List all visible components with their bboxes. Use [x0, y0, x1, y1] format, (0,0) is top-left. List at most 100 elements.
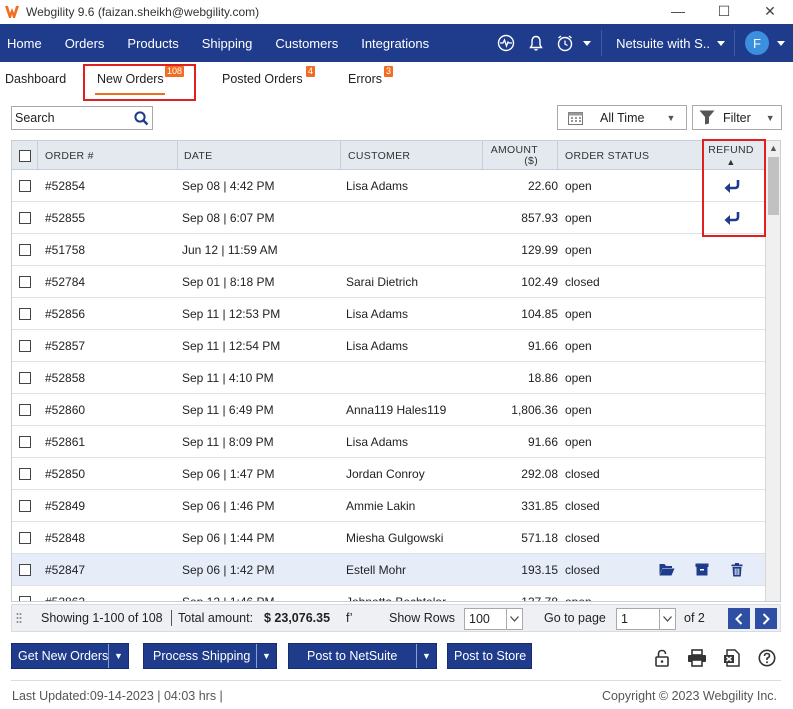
show-rows-select[interactable]: 100	[464, 608, 523, 630]
search-box	[11, 106, 153, 130]
order-number[interactable]: #52862	[45, 586, 85, 602]
process-shipping-button[interactable]: Process Shipping ▼	[143, 643, 277, 669]
process-shipping-chevron-down-icon[interactable]: ▼	[256, 644, 276, 668]
nav-integrations[interactable]: Integrations	[354, 24, 441, 62]
trash-icon[interactable]	[728, 561, 746, 579]
table-row[interactable]: #52850 Sep 06 | 1:47 PM Jordan Conroy 292.0…	[12, 458, 766, 490]
nav-orders[interactable]: Orders	[58, 24, 117, 62]
order-number[interactable]: #52861	[45, 426, 85, 457]
filter-button[interactable]: Filter ▼	[692, 105, 782, 130]
row-checkbox[interactable]	[19, 435, 31, 448]
order-number[interactable]: #52855	[45, 202, 85, 233]
tab-posted-orders[interactable]: Posted Orders 4	[222, 66, 316, 86]
row-checkbox[interactable]	[19, 179, 31, 192]
minimize-button[interactable]: —	[655, 0, 701, 22]
nav-shipping[interactable]: Shipping	[195, 24, 265, 62]
table-row[interactable]: #52784 Sep 01 | 8:18 PM Sarai Dietrich 102.…	[12, 266, 766, 298]
search-input[interactable]	[12, 107, 132, 129]
export-excel-icon[interactable]	[721, 647, 743, 669]
nav-customers[interactable]: Customers	[268, 24, 350, 62]
post-to-store-button[interactable]: Post to Store	[447, 643, 532, 669]
date-range-dropdown[interactable]: All Time ▼	[557, 105, 687, 130]
header-order-status[interactable]: ORDER STATUS	[565, 141, 649, 170]
page-select[interactable]: 1	[616, 608, 676, 630]
post-to-netsuite-chevron-down-icon[interactable]: ▼	[416, 644, 436, 668]
help-icon[interactable]	[756, 647, 778, 669]
order-number[interactable]: #52860	[45, 394, 85, 425]
scrollbar-thumb[interactable]	[768, 157, 779, 215]
print-icon[interactable]	[686, 647, 708, 669]
order-number[interactable]: #52857	[45, 330, 85, 361]
scroll-up-icon[interactable]: ▲	[768, 143, 779, 154]
table-body: #52854 Sep 08 | 4:42 PM Lisa Adams 22.60 ope…	[12, 170, 766, 602]
row-checkbox[interactable]	[19, 243, 31, 256]
row-select-cell	[19, 202, 31, 233]
order-number[interactable]: #52854	[45, 170, 85, 201]
order-number[interactable]: #51758	[45, 234, 85, 265]
table-row[interactable]: #52849 Sep 06 | 1:46 PM Ammie Lakin 331.85 c…	[12, 490, 766, 522]
maximize-button[interactable]: ☐	[701, 0, 747, 22]
table-row[interactable]: #52861 Sep 11 | 8:09 PM Lisa Adams 91.66 ope…	[12, 426, 766, 458]
header-date[interactable]: DATE	[184, 141, 212, 170]
header-order-number[interactable]: ORDER #	[45, 141, 94, 170]
close-window-button[interactable]: ✕	[747, 0, 793, 22]
go-to-page-label: Go to page	[544, 611, 606, 625]
table-row[interactable]: #52855 Sep 08 | 6:07 PM 857.93 open	[12, 202, 766, 234]
order-number[interactable]: #52849	[45, 490, 85, 521]
get-new-orders-chevron-down-icon[interactable]: ▼	[108, 644, 128, 668]
next-page-button[interactable]	[755, 608, 777, 629]
order-status: closed	[565, 274, 600, 289]
account-chevron-down-icon[interactable]	[710, 24, 732, 62]
sync-menu-chevron-down-icon[interactable]	[579, 24, 595, 62]
row-checkbox[interactable]	[19, 275, 31, 288]
tab-errors[interactable]: Errors 3	[348, 66, 394, 86]
row-checkbox[interactable]	[19, 467, 31, 480]
table-row[interactable]: #52854 Sep 08 | 4:42 PM Lisa Adams 22.60 ope…	[12, 170, 766, 202]
row-checkbox[interactable]	[19, 307, 31, 320]
table-row[interactable]: #52857 Sep 11 | 12:54 PM Lisa Adams 91.66 op…	[12, 330, 766, 362]
header-customer[interactable]: CUSTOMER	[348, 141, 410, 170]
row-checkbox[interactable]	[19, 339, 31, 352]
table-row[interactable]: #52858 Sep 11 | 4:10 PM 18.86 open	[12, 362, 766, 394]
table-row[interactable]: #52856 Sep 11 | 12:53 PM Lisa Adams 104.85 o…	[12, 298, 766, 330]
order-number[interactable]: #52784	[45, 266, 85, 297]
previous-page-button[interactable]	[728, 608, 750, 629]
post-to-netsuite-button[interactable]: Post to NetSuite ▼	[288, 643, 437, 669]
user-avatar[interactable]: F	[745, 31, 769, 55]
row-checkbox[interactable]	[19, 563, 31, 576]
nav-home[interactable]: Home	[0, 24, 54, 62]
archive-icon[interactable]	[693, 561, 711, 579]
account-selector[interactable]: Netsuite with S..	[616, 36, 710, 51]
row-checkbox[interactable]	[19, 595, 31, 601]
select-all-checkbox[interactable]	[19, 149, 31, 162]
table-row[interactable]: #51758 Jun 12 | 11:59 AM 129.99 open	[12, 234, 766, 266]
order-number[interactable]: #52858	[45, 362, 85, 393]
notification-bell-icon[interactable]	[521, 24, 551, 62]
order-number[interactable]: #52848	[45, 522, 85, 553]
table-row[interactable]: #52848 Sep 06 | 1:44 PM Miesha Gulgowski 57…	[12, 522, 766, 554]
open-folder-icon[interactable]	[658, 561, 676, 579]
tab-dashboard[interactable]: Dashboard	[5, 72, 66, 86]
table-row[interactable]: #52860 Sep 11 | 6:49 PM Anna119 Hales119 1,…	[12, 394, 766, 426]
nav-products[interactable]: Products	[120, 24, 190, 62]
row-checkbox[interactable]	[19, 403, 31, 416]
row-checkbox[interactable]	[19, 211, 31, 224]
sync-clock-icon[interactable]	[551, 24, 579, 62]
unlock-icon[interactable]	[651, 647, 673, 669]
get-new-orders-button[interactable]: Get New Orders ▼	[11, 643, 129, 669]
activity-monitor-icon[interactable]	[491, 24, 521, 62]
order-number[interactable]: #52850	[45, 458, 85, 489]
show-rows-chevron-down-icon	[506, 609, 522, 629]
table-row[interactable]: #52862 Sep 12 | 1:46 PM Johnetta Bechtelar…	[12, 586, 766, 602]
user-menu-chevron-down-icon[interactable]	[769, 24, 793, 62]
row-checkbox[interactable]	[19, 531, 31, 544]
order-number[interactable]: #52847	[45, 554, 85, 585]
row-checkbox[interactable]	[19, 499, 31, 512]
row-checkbox[interactable]	[19, 371, 31, 384]
header-amount[interactable]: AMOUNT ($)	[482, 141, 538, 170]
order-number[interactable]: #52856	[45, 298, 85, 329]
posted-orders-count-badge: 4	[306, 66, 316, 77]
search-icon[interactable]	[132, 109, 150, 127]
vertical-scrollbar[interactable]: ▲	[765, 141, 780, 601]
table-row[interactable]: #52847 Sep 06 | 1:42 PM Estell Mohr 193.15 c…	[12, 554, 766, 586]
